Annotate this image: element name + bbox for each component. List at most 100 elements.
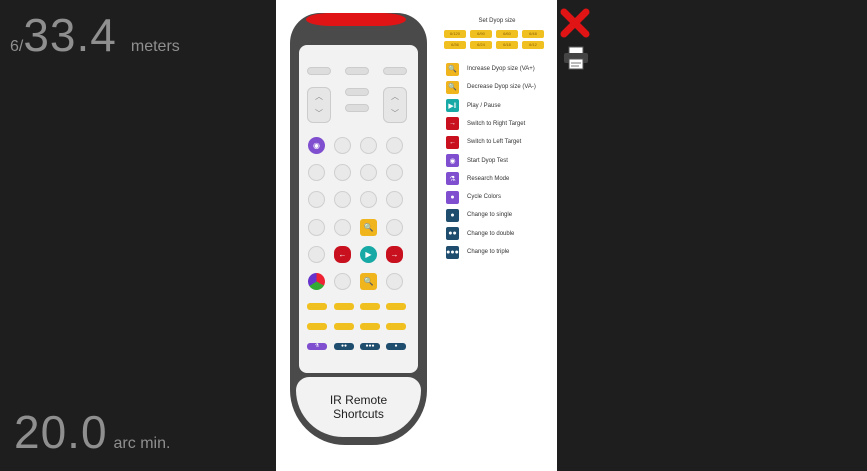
triple-icon[interactable]: ●●● [360, 343, 380, 350]
size-button[interactable]: 6/36 [444, 41, 466, 49]
size-chip[interactable] [334, 323, 354, 330]
legend-item[interactable]: ← Switch to Left Target [446, 135, 521, 149]
remote-round-button[interactable] [360, 191, 377, 208]
close-icon[interactable] [560, 8, 590, 38]
acuity-prefix: 6/ [10, 38, 24, 55]
size-chip[interactable] [360, 303, 380, 310]
chevron-up-icon: ︿ [315, 92, 323, 101]
size-chip[interactable] [307, 303, 327, 310]
size-button[interactable]: 6/48 [522, 30, 544, 38]
size-title: Set Dyop size [478, 18, 516, 24]
distance-readout: 6/ 33.4 meters [10, 8, 180, 62]
size-button[interactable]: 6/90 [470, 30, 492, 38]
zoom-out-icon[interactable]: 🔍 [360, 273, 377, 290]
double-icon[interactable]: ●● [334, 343, 354, 350]
remote-round-button[interactable] [386, 137, 403, 154]
remote-round-button[interactable] [308, 219, 325, 236]
start-test-icon: ◉ [446, 154, 459, 167]
left-target-icon: ← [446, 135, 459, 149]
research-mode-icon: ⚗ [446, 172, 459, 186]
right-target-icon[interactable]: → [386, 246, 403, 263]
remote-pill-button[interactable] [345, 88, 369, 96]
legend-item[interactable]: ▶‖ Play / Pause [446, 99, 501, 113]
legend-item-label: Research Mode [467, 175, 510, 182]
legend-item-label: Switch to Right Target [467, 120, 526, 127]
remote-round-button[interactable] [386, 219, 403, 236]
remote-label-line1: IR Remote [329, 393, 388, 407]
remote-round-button[interactable] [386, 164, 403, 181]
legend-item-label: Change to triple [467, 249, 510, 255]
remote-round-button[interactable] [386, 191, 403, 208]
legend-item-label: Switch to Left Target [467, 139, 522, 146]
cycle-colors-icon[interactable] [308, 273, 325, 290]
play-pause-icon[interactable]: ▶ [360, 246, 377, 263]
remote-round-button[interactable] [334, 191, 351, 208]
remote-round-button[interactable] [334, 137, 351, 154]
research-mode-icon[interactable]: ⚗ [307, 343, 327, 350]
printer-icon[interactable] [562, 46, 590, 70]
arc-readout: 20.0 arc min. [14, 405, 170, 459]
legend-item[interactable]: ⚗ Research Mode [446, 172, 509, 186]
triple-icon: ●●● [446, 245, 459, 259]
legend-item[interactable]: → Switch to Right Target [446, 117, 525, 131]
remote-pill-button[interactable] [345, 104, 369, 112]
arc-value: 20.0 [14, 406, 108, 458]
size-button[interactable]: 6/18 [496, 41, 518, 49]
zoom-out-icon: 🔍 [446, 80, 459, 94]
legend-item[interactable]: ◉ Start Dyop Test [446, 154, 508, 168]
legend-item-label: Increase Dyop size (VA+) [467, 66, 535, 72]
remote-round-button[interactable] [308, 246, 325, 263]
legend-item[interactable]: 🔍 Increase Dyop size (VA+) [446, 62, 535, 76]
remote-rocker-left[interactable]: ︿ ﹀ [307, 87, 331, 123]
cycle-colors-icon: ● [446, 190, 459, 204]
size-button[interactable]: 6/120 [444, 30, 466, 38]
legend-item[interactable]: ●●● Change to triple [446, 245, 509, 259]
remote-round-button[interactable] [386, 273, 403, 290]
distance-value: 33.4 [23, 9, 117, 61]
legend-item[interactable]: ● Cycle Colors [446, 190, 501, 204]
legend-item-label: Play / Pause [467, 102, 501, 109]
size-chip[interactable] [386, 323, 406, 330]
zoom-in-icon[interactable]: 🔍 [360, 219, 377, 236]
size-button[interactable]: 6/60 [496, 30, 518, 38]
legend-item-label: Cycle Colors [467, 194, 502, 201]
remote-pill-button[interactable] [307, 67, 331, 75]
chevron-down-icon: ﹀ [315, 109, 323, 118]
start-test-icon[interactable]: ◉ [308, 137, 325, 154]
size-chip[interactable] [360, 323, 380, 330]
remote-round-button[interactable] [360, 137, 377, 154]
remote-ir-emitter [306, 13, 406, 26]
remote-label-line2: Shortcuts [333, 407, 384, 421]
size-chip[interactable] [386, 303, 406, 310]
remote-round-button[interactable] [334, 164, 351, 181]
legend-item-label: Change to single [467, 212, 513, 219]
size-chip[interactable] [334, 303, 354, 310]
left-target-icon[interactable]: ← [334, 246, 351, 263]
legend-item[interactable]: ●● Change to double [446, 227, 514, 241]
chevron-up-icon: ︿ [391, 92, 399, 101]
legend-item-label: Start Dyop Test [467, 157, 508, 164]
remote-round-button[interactable] [334, 219, 351, 236]
size-button[interactable]: 6/12 [522, 41, 544, 49]
remote-rocker-right[interactable]: ︿ ﹀ [383, 87, 407, 123]
remote-round-button[interactable] [308, 164, 325, 181]
remote-round-button[interactable] [334, 273, 351, 290]
right-target-icon: → [446, 117, 459, 131]
remote-round-button[interactable] [360, 164, 377, 181]
legend-item-label: Decrease Dyop size (VA-) [467, 84, 536, 91]
size-button[interactable]: 6/24 [470, 41, 492, 49]
legend-item[interactable]: ● Change to single [446, 208, 512, 222]
legend-item-label: Change to double [467, 230, 515, 237]
double-icon: ●● [446, 227, 459, 241]
arc-unit: arc min. [113, 435, 171, 452]
size-chip[interactable] [307, 323, 327, 330]
remote-round-button[interactable] [308, 191, 325, 208]
legend-item[interactable]: 🔍 Decrease Dyop size (VA-) [446, 80, 536, 94]
single-icon[interactable]: ● [386, 343, 406, 350]
remote-base: IR Remote Shortcuts [296, 377, 421, 437]
remote-control: ︿ ﹀ ︿ ﹀ ◉ 🔍 ← ▶ → 🔍 ⚗ ●● ●●● ● IR Remote… [290, 13, 427, 445]
remote-pill-button[interactable] [345, 67, 369, 75]
remote-pill-button[interactable] [383, 67, 407, 75]
distance-unit: meters [130, 38, 180, 55]
chevron-down-icon: ﹀ [391, 109, 399, 118]
